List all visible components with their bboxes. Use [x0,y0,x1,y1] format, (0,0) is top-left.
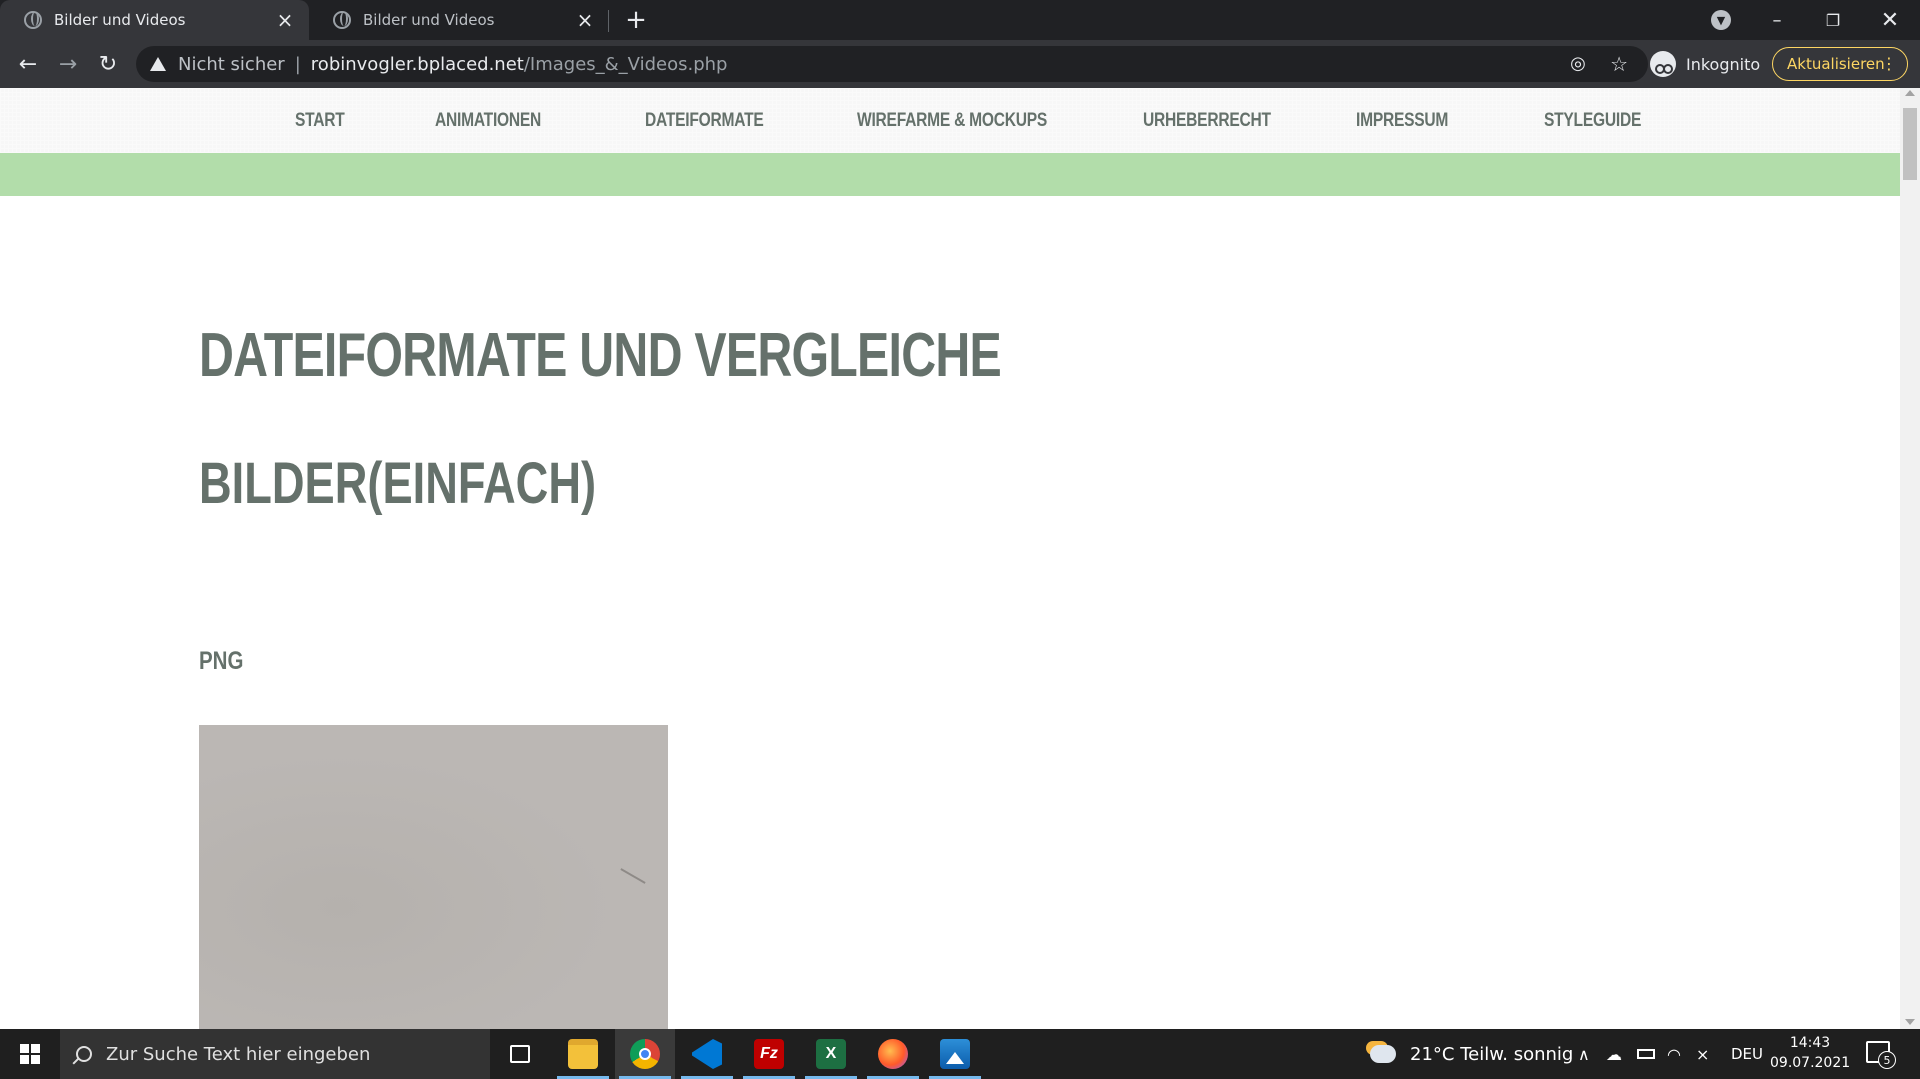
task-view-button[interactable] [490,1029,550,1079]
volume-muted-icon[interactable]: ⨯ [1696,1029,1709,1079]
tab-search-icon[interactable]: ▼ [1711,10,1731,30]
tab-title: Bilder und Videos [363,11,495,29]
weather-text: 21°C Teilw. sonnig [1410,1043,1574,1065]
nav-link-impressum[interactable]: IMPRESSUM [1356,88,1448,153]
png-example-image [199,725,668,1029]
web-page: START ANIMATIONEN DATEIFORMATE WIREFARME… [0,88,1900,1029]
taskbar-firefox[interactable] [863,1029,923,1079]
taskbar-excel[interactable]: X [801,1029,861,1079]
clock-date: 09.07.2021 [1770,1055,1851,1071]
globe-icon [333,11,351,29]
tab-divider [608,10,609,32]
onedrive-error-icon[interactable]: ☁ [1606,1029,1622,1079]
bookmark-star-icon[interactable]: ☆ [1610,52,1628,76]
battery-icon[interactable] [1637,1029,1655,1079]
menu-dots-icon[interactable]: ⋮ [1881,54,1897,74]
start-button[interactable] [0,1029,60,1079]
taskbar-file-explorer[interactable] [553,1029,613,1079]
close-window-icon[interactable]: ✕ [1862,0,1918,40]
nav-link-styleguide[interactable]: STYLEGUIDE [1544,88,1641,153]
back-arrow-icon[interactable]: ← [12,48,44,80]
nav-link-dateiformate[interactable]: DATEIFORMATE [645,88,764,153]
visual-studio-code-icon [692,1039,722,1069]
nav-link-start[interactable]: START [295,88,345,153]
firefox-icon [878,1039,908,1069]
search-placeholder: Zur Suche Text hier eingeben [106,1043,371,1065]
taskbar-search-box[interactable]: Zur Suche Text hier eingeben [60,1029,490,1079]
incognito-indicator[interactable]: Inkognito [1650,46,1760,82]
security-label[interactable]: Nicht sicher [178,54,285,75]
globe-icon [24,11,42,29]
windows-logo-icon [20,1044,40,1064]
windows-taskbar: Zur Suche Text hier eingeben Fz X 21°C T… [0,1029,1920,1079]
tab-bilder-und-videos[interactable]: Bilder und Videos × [309,0,609,40]
scroll-up-arrow-icon[interactable] [1905,90,1915,96]
clock-time: 14:43 [1789,1035,1831,1051]
accent-banner [0,153,1900,196]
page-title: DATEIFORMATE UND VERGLEICHE [199,321,1002,390]
format-heading-png: PNG [199,647,244,675]
filezilla-icon: Fz [754,1039,784,1069]
taskbar-photos[interactable] [925,1029,985,1079]
browser-toolbar: ← → ↻ Nicht sicher | robinvogler.bplaced… [0,40,1920,88]
scroll-thumb[interactable] [1903,108,1917,180]
taskbar-chrome[interactable] [615,1029,675,1079]
address-bar[interactable]: Nicht sicher | robinvogler.bplaced.net /… [136,46,1648,82]
weather-widget[interactable]: 21°C Teilw. sonnig [1370,1029,1573,1079]
page-scrollbar[interactable] [1900,88,1920,1029]
search-icon [76,1046,92,1062]
taskbar-filezilla[interactable]: Fz [739,1029,799,1079]
section-heading: BILDER(EINFACH) [199,451,597,516]
minimize-window-icon[interactable]: – [1749,0,1805,40]
language-indicator[interactable]: DEU [1731,1029,1763,1079]
task-view-icon [510,1045,530,1063]
show-hidden-icons-icon[interactable]: ∧ [1578,1029,1590,1079]
image-detail [620,868,646,884]
update-label: Aktualisieren [1787,55,1885,73]
site-navigation: START ANIMATIONEN DATEIFORMATE WIREFARME… [0,88,1900,153]
url-host: robinvogler.bplaced.net [310,53,524,75]
reload-icon[interactable]: ↻ [92,48,124,80]
excel-icon: X [816,1039,846,1069]
notification-center-icon[interactable]: 5 [1866,1041,1896,1069]
wifi-icon[interactable]: ◠ [1667,1029,1681,1079]
eye-slash-icon[interactable]: ◎ [1568,54,1588,74]
browser-tab-strip: Bilder und Videos × Bilder und Videos × … [0,0,1920,40]
restore-window-icon[interactable]: ❐ [1805,0,1861,40]
chrome-icon [630,1039,660,1069]
new-tab-button[interactable]: + [620,4,652,36]
incognito-icon [1650,51,1676,77]
update-button[interactable]: Aktualisieren ⋮ [1772,47,1908,81]
nav-link-urheberrecht[interactable]: URHEBERRECHT [1143,88,1271,153]
taskbar-vscode[interactable] [677,1029,737,1079]
tab-title: Bilder und Videos [54,11,186,29]
photos-icon [940,1039,970,1069]
address-divider: | [294,53,301,75]
tab-bilder-und-videos-active[interactable]: Bilder und Videos × [0,0,309,40]
nav-link-animationen[interactable]: ANIMATIONEN [435,88,541,153]
partly-sunny-icon [1370,1045,1396,1063]
close-tab-icon[interactable]: × [571,6,599,34]
close-tab-icon[interactable]: × [271,6,299,34]
scroll-down-arrow-icon[interactable] [1905,1019,1915,1025]
forward-arrow-icon[interactable]: → [52,48,84,80]
url-path: /Images_&_Videos.php [523,53,728,75]
notification-count: 5 [1878,1051,1896,1069]
nav-link-wirefarme-mockups[interactable]: WIREFARME & MOCKUPS [857,88,1047,153]
warning-icon [150,57,166,71]
file-explorer-icon [568,1039,598,1069]
incognito-label: Inkognito [1686,54,1761,74]
system-clock[interactable]: 14:43 09.07.2021 [1770,1033,1850,1073]
